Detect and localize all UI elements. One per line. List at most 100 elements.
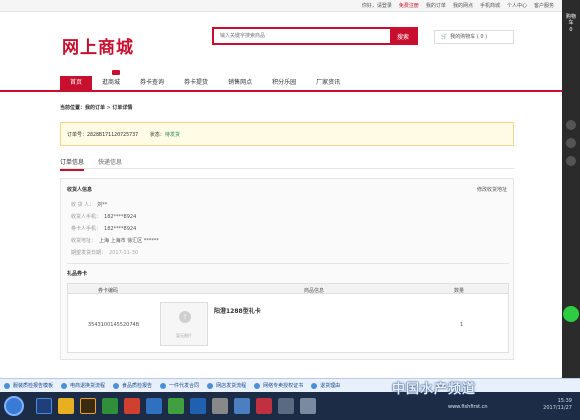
folder-icon[interactable]: [58, 398, 74, 414]
edit-address-link[interactable]: 修改收货地址: [477, 186, 507, 193]
my-outlets-link[interactable]: 我的网点: [453, 2, 473, 9]
search-button[interactable]: 搜索: [390, 29, 416, 43]
breadcrumb: 当前位置：我的订单 > 订单详情: [60, 104, 132, 111]
receiver-phone-label: 收货人手机：: [71, 214, 102, 220]
my-cart-button[interactable]: 🛒 我的购物车 ( 0 ): [434, 30, 514, 44]
search-bar: 搜索: [212, 27, 418, 45]
wechat-icon[interactable]: [102, 398, 118, 414]
nav-mall-label: 逛商城: [102, 79, 121, 86]
expected-date-label: 期望发货日期：: [71, 250, 107, 256]
main-nav: 首页 逛商城 券卡查询 券卡提货 销售网点 积分乐园 厂家资讯: [60, 70, 560, 90]
quick-link-label: 网店发货流程: [216, 383, 247, 389]
site-logo[interactable]: 网上商城: [62, 33, 134, 58]
quick-link[interactable]: 一件代发合同: [160, 382, 199, 389]
card-holder-phone-row: 券卡人手机： 182****8924: [71, 225, 136, 232]
customer-service-link[interactable]: 客户服务: [534, 2, 554, 9]
side-favorite-icon[interactable]: [566, 138, 576, 148]
nav-card-pickup[interactable]: 券卡提货: [174, 76, 218, 90]
nav-home[interactable]: 首页: [60, 76, 93, 90]
app-icon[interactable]: [212, 398, 228, 414]
app-icon[interactable]: [278, 398, 294, 414]
nav-points[interactable]: 积分乐园: [262, 76, 306, 90]
register-link[interactable]: 免费注册: [399, 2, 419, 9]
my-orders-link[interactable]: 我的订单: [426, 2, 446, 9]
order-status-box: 订单号：2828B171120725737 状态：待发货: [60, 122, 514, 146]
app-icon[interactable]: [168, 398, 184, 414]
side-user-icon[interactable]: [566, 120, 576, 130]
quick-link-label: 电商退换货流程: [70, 383, 106, 389]
receiver-address-label: 收货地址：: [71, 238, 97, 244]
quick-link[interactable]: 电商退换货流程: [61, 382, 105, 389]
order-number: 2828B171120725737: [87, 132, 139, 138]
quick-link[interactable]: 退货理由: [311, 382, 340, 389]
card-holder-phone-value: 182****8924: [104, 226, 137, 232]
nav-mall[interactable]: 逛商城: [92, 70, 130, 90]
product-name-link[interactable]: 阳澄1288型礼卡: [214, 306, 261, 315]
order-detail-panel: 收货人信息 修改收货地址 收 货 人： 刘** 收货人手机： 182****8924…: [60, 178, 514, 360]
quick-link-icon: [254, 382, 261, 389]
receiver-name-label: 收 货 人：: [71, 202, 95, 208]
expected-date-row: 期望发货日期： 2017-11-30: [71, 249, 138, 256]
nav-outlets[interactable]: 销售网点: [218, 76, 262, 90]
watermark-url: www.fishfirst.cn: [448, 404, 488, 410]
col-product-info: 商品信息: [304, 288, 325, 294]
breadcrumb-current: 订单详情: [112, 105, 133, 111]
quick-link-label: 网络专卖授权证书: [263, 383, 304, 389]
tab-divider: [60, 168, 514, 169]
quick-link-icon: [61, 382, 68, 389]
side-history-icon[interactable]: [566, 156, 576, 166]
image-placeholder-icon: !: [179, 311, 191, 323]
photoshop-icon[interactable]: [36, 398, 52, 414]
product-thumbnail[interactable]: ! 暂无图片: [160, 302, 208, 346]
col-card-code: 券卡编码: [98, 288, 119, 294]
illustrator-icon[interactable]: [80, 398, 96, 414]
quick-link[interactable]: 食品质检报告: [113, 382, 152, 389]
login-link[interactable]: 你好，请登录: [362, 2, 392, 9]
app-icon[interactable]: [234, 398, 250, 414]
right-toolbar: 购物车 0: [562, 0, 580, 378]
side-cart-button[interactable]: 购物车 0: [565, 14, 577, 33]
chat-bubble-icon[interactable]: [563, 306, 579, 322]
browser-icon[interactable]: [146, 398, 162, 414]
breadcrumb-label: 当前位置：: [60, 105, 86, 111]
quick-link[interactable]: 网络专卖授权证书: [254, 382, 303, 389]
hot-badge-icon: [112, 70, 121, 75]
quick-link-icon: [207, 382, 214, 389]
order-status-label: 状态：: [149, 132, 165, 138]
quick-link-icon: [160, 382, 167, 389]
card-code-cell: 354310014552074B: [88, 322, 140, 328]
top-links: 你好，请登录 免费注册 我的订单 我的网点 手机商城 个人中心 客户服务: [362, 2, 554, 9]
quick-link[interactable]: 服装质检报告模板: [4, 382, 53, 389]
receiver-name-value: 刘**: [97, 202, 108, 208]
quick-link-label: 服装质检报告模板: [13, 383, 54, 389]
watermark-text: 中国水产频道: [392, 382, 477, 397]
breadcrumb-my-orders[interactable]: 我的订单: [85, 105, 105, 111]
order-number-label: 订单号：: [67, 132, 88, 138]
start-button-icon[interactable]: [4, 396, 24, 416]
search-input[interactable]: [214, 29, 390, 43]
mobile-mall-link[interactable]: 手机商城: [480, 2, 500, 9]
quick-link[interactable]: 网店发货流程: [207, 382, 246, 389]
side-cart-label: 购物车: [565, 14, 576, 26]
receiver-section-title: 收货人信息: [67, 187, 93, 193]
cart-icon: 🛒: [441, 34, 448, 40]
word-icon[interactable]: [190, 398, 206, 414]
quick-link-label: 退货理由: [320, 383, 341, 389]
app-icon[interactable]: [256, 398, 272, 414]
quick-link-icon: [4, 382, 10, 389]
page: 你好，请登录 免费注册 我的订单 我的网点 手机商城 个人中心 客户服务 购物车…: [0, 0, 580, 420]
col-quantity: 数量: [454, 288, 465, 294]
user-center-link[interactable]: 个人中心: [507, 2, 527, 9]
system-clock[interactable]: 15:39 2017/11/27: [543, 398, 572, 412]
os-taskbar: 15:39 2017/11/27: [0, 392, 580, 420]
nav-card-query[interactable]: 券卡查询: [130, 76, 174, 90]
nav-news[interactable]: 厂家资讯: [306, 76, 350, 90]
app-icon[interactable]: [124, 398, 140, 414]
thumbnail-caption: 暂无图片: [176, 333, 192, 338]
receiver-address-row: 收货地址： 上海 上海市 徐汇区 ******: [71, 237, 159, 244]
gift-card-table: 券卡编码 商品信息 数量 354310014552074B ! 暂无图片 阳澄1…: [67, 283, 509, 353]
app-icon[interactable]: [300, 398, 316, 414]
order-status: 待发货: [164, 132, 180, 138]
side-cart-count: 0: [569, 27, 573, 33]
my-cart-label: 我的购物车 ( 0 ): [450, 34, 488, 40]
